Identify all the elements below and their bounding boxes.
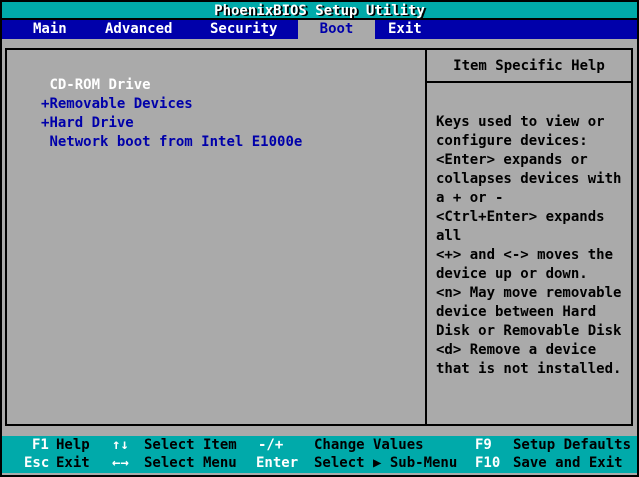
boot-order-panel: CD-ROM Drive +Removable Devices +Hard Dr…	[5, 48, 427, 426]
key-hint-enter: Enter	[256, 455, 299, 471]
key-hint-f1: F1	[32, 437, 49, 453]
key-hint-f9: F9	[475, 437, 492, 453]
boot-item-cdrom-drive[interactable]: CD-ROM Drive	[41, 76, 425, 95]
boot-item-label: Hard Drive	[49, 115, 134, 131]
key-hint-f10: F10	[475, 455, 501, 471]
boot-item-network-boot[interactable]: Network boot from Intel E1000e	[41, 133, 425, 152]
setup-defaults-desc: Setup Defaults	[513, 437, 632, 453]
boot-item-label: Removable Devices	[49, 96, 193, 112]
select-item-desc: Select Item	[144, 437, 237, 453]
boot-item-label: CD-ROM Drive	[49, 77, 151, 93]
help-panel-body: Keys used to view or configure devices: …	[436, 114, 622, 377]
boot-item-label: Network boot from Intel E1000e	[49, 134, 303, 150]
content-area: CD-ROM Drive +Removable Devices +Hard Dr…	[2, 39, 637, 436]
key-hint-esc: Esc	[24, 455, 50, 471]
help-panel: Item Specific Help Keys used to view or …	[425, 48, 633, 426]
status-row-1: F1 Help ↑↓ Select Item -/+ Change Values…	[2, 436, 637, 455]
boot-item-removable-devices[interactable]: +Removable Devices	[41, 95, 425, 114]
tab-main[interactable]: Main	[33, 20, 67, 39]
boot-item-hard-drive[interactable]: +Hard Drive	[41, 114, 425, 133]
menu-bar: Main Advanced Security Boot Exit	[2, 20, 637, 39]
help-panel-title: Item Specific Help	[427, 50, 631, 83]
up-down-arrows-icon: ↑↓	[112, 437, 129, 453]
tab-boot[interactable]: Boot	[298, 20, 375, 39]
status-bar: F1 Help ↑↓ Select Item -/+ Change Values…	[2, 436, 637, 473]
left-right-arrows-icon: ←→	[112, 455, 129, 471]
tab-exit[interactable]: Exit	[388, 20, 422, 39]
tab-security[interactable]: Security	[210, 20, 277, 39]
app-title: PhoenixBIOS Setup Utility	[2, 2, 637, 20]
save-and-exit-desc: Save and Exit	[513, 455, 623, 471]
bios-setup-screen: PhoenixBIOS Setup Utility Main Advanced …	[0, 0, 639, 477]
change-values-desc: Change Values	[314, 437, 424, 453]
tab-advanced[interactable]: Advanced	[105, 20, 172, 39]
select-menu-desc: Select Menu	[144, 455, 237, 471]
key-hint-minus-plus: -/+	[258, 437, 284, 453]
status-row-2: Esc Exit ←→ Select Menu Enter Select ▶ S…	[2, 454, 637, 473]
sub-menu-desc: Select ▶ Sub-Menu	[314, 455, 458, 471]
key-hint-f1-desc: Help	[56, 437, 90, 453]
key-hint-esc-desc: Exit	[56, 455, 90, 471]
